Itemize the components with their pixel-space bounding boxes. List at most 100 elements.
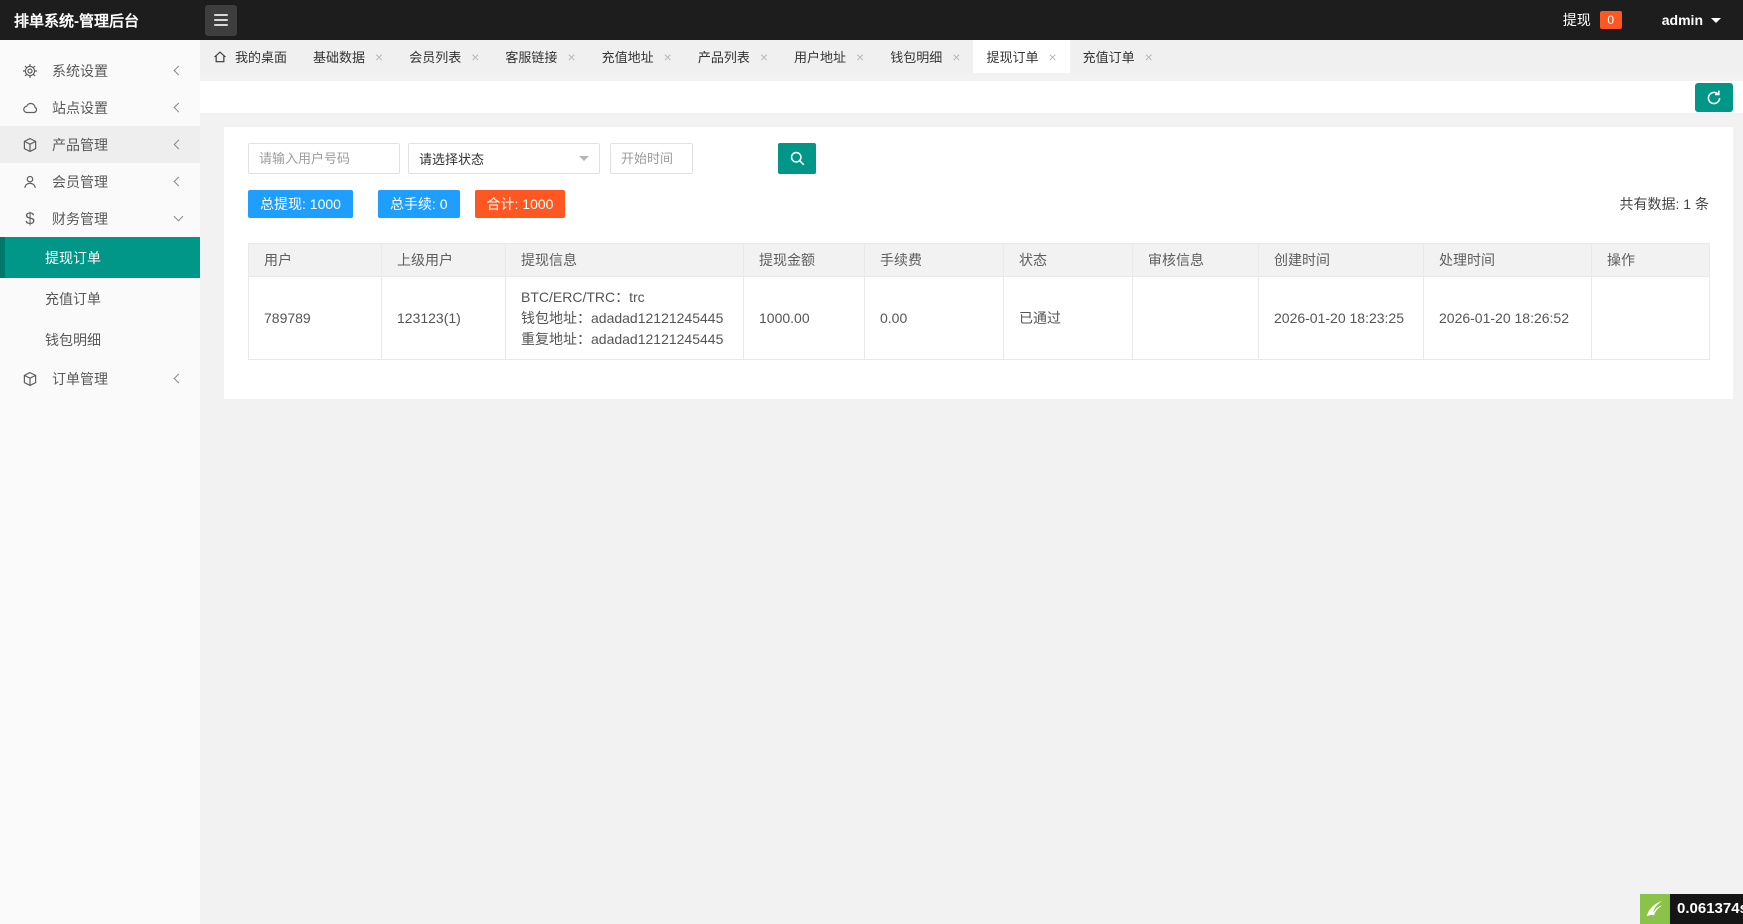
- sidebar-item-wallet-details[interactable]: 钱包明细: [0, 319, 200, 360]
- tab-label: 钱包明细: [890, 47, 942, 66]
- filter-bar: 请选择状态: [248, 143, 1709, 174]
- tab-bar: 我的桌面 基础数据 × 会员列表 × 客服链接 × 充值地址 × 产品列表 × …: [200, 40, 1743, 73]
- cell-created-time: 2026-01-20 18:23:25: [1259, 277, 1424, 360]
- sidebar-item-finance-management[interactable]: $ 财务管理: [0, 200, 200, 237]
- refresh-icon: [1705, 89, 1723, 107]
- home-icon: [213, 50, 227, 64]
- sidebar-item-order-management[interactable]: 订单管理: [0, 360, 200, 397]
- tab-label: 客服链接: [505, 47, 557, 66]
- page-toolbar: [200, 81, 1743, 113]
- col-audit-info: 审核信息: [1133, 244, 1259, 277]
- col-created-time: 创建时间: [1259, 244, 1424, 277]
- chevron-left-icon: [174, 177, 184, 187]
- cell-user: 789789: [249, 277, 382, 360]
- tab-withdraw-orders[interactable]: 提现订单 ×: [973, 40, 1069, 73]
- tab-recharge-orders[interactable]: 充值订单 ×: [1070, 40, 1166, 73]
- sidebar-item-site-settings[interactable]: 站点设置: [0, 89, 200, 126]
- cell-status: 已通过: [1004, 277, 1133, 360]
- admin-user-menu[interactable]: admin: [1662, 12, 1721, 28]
- refresh-button[interactable]: [1695, 83, 1733, 112]
- tab-label: 提现订单: [986, 47, 1038, 66]
- col-user: 用户: [249, 244, 382, 277]
- sidebar-item-recharge-orders[interactable]: 充值订单: [0, 278, 200, 319]
- tab-close-icon[interactable]: ×: [1048, 50, 1056, 64]
- tab-basic-data[interactable]: 基础数据 ×: [300, 40, 396, 73]
- tab-label: 产品列表: [698, 47, 750, 66]
- withdraw-info-line: 钱包地址：adadad12121245445: [521, 308, 728, 329]
- table-row: 789789 123123(1) BTC/ERC/TRC：trc 钱包地址：ad…: [249, 277, 1710, 360]
- user-number-input[interactable]: [248, 143, 400, 174]
- tab-close-icon[interactable]: ×: [952, 50, 960, 64]
- tab-wallet-details[interactable]: 钱包明细 ×: [877, 40, 973, 73]
- stats-bar: 总提现: 1000 总手续: 0 合计: 1000 共有数据: 1 条: [248, 190, 1709, 218]
- orders-table: 用户 上级用户 提现信息 提现金额 手续费 状态 审核信息 创建时间 处理时间 …: [248, 243, 1709, 360]
- tab-close-icon[interactable]: ×: [471, 50, 479, 64]
- cell-processed-time: 2026-01-20 18:26:52: [1424, 277, 1592, 360]
- tab-product-list[interactable]: 产品列表 ×: [685, 40, 781, 73]
- withdraw-notification-link[interactable]: 提现 0: [1563, 10, 1622, 30]
- col-processed-time: 处理时间: [1424, 244, 1592, 277]
- debug-toolbar: 0.061374s: [1640, 894, 1743, 924]
- sidebar-item-label: 财务管理: [52, 209, 108, 229]
- total-withdraw-button[interactable]: 总提现: 1000: [248, 190, 353, 218]
- tab-close-icon[interactable]: ×: [375, 50, 383, 64]
- withdraw-count-badge: 0: [1600, 11, 1622, 29]
- col-status: 状态: [1004, 244, 1133, 277]
- cell-parent-user: 123123(1): [382, 277, 506, 360]
- chevron-left-icon: [174, 103, 184, 113]
- sidebar-subitem-label: 钱包明细: [45, 330, 101, 350]
- tab-label: 用户地址: [794, 47, 846, 66]
- sidebar: 系统设置 站点设置 产品管理: [0, 40, 200, 924]
- sidebar-item-label: 站点设置: [52, 98, 108, 118]
- total-sum-button[interactable]: 合计: 1000: [475, 190, 566, 218]
- chevron-down-icon: [174, 212, 184, 222]
- topbar: 排单系统-管理后台 提现 0 admin: [0, 0, 1743, 40]
- tab-recharge-address[interactable]: 充值地址 ×: [589, 40, 685, 73]
- total-fee-button[interactable]: 总手续: 0: [378, 190, 460, 218]
- tab-label: 充值地址: [602, 47, 654, 66]
- tab-close-icon[interactable]: ×: [664, 50, 672, 64]
- menu-toggle-button[interactable]: [205, 5, 237, 36]
- username-label: admin: [1662, 12, 1703, 28]
- sidebar-item-label: 系统设置: [52, 61, 108, 81]
- sidebar-item-product-management[interactable]: 产品管理: [0, 126, 200, 163]
- cell-amount: 1000.00: [744, 277, 865, 360]
- tab-service-link[interactable]: 客服链接 ×: [492, 40, 588, 73]
- tab-home[interactable]: 我的桌面: [200, 40, 300, 73]
- tab-close-icon[interactable]: ×: [856, 50, 864, 64]
- sidebar-item-label: 订单管理: [52, 369, 108, 389]
- withdraw-label: 提现: [1563, 10, 1591, 30]
- status-select[interactable]: 请选择状态: [408, 143, 600, 174]
- sidebar-subitem-label: 充值订单: [45, 289, 101, 309]
- record-count-label: 共有数据: 1 条: [1620, 194, 1709, 214]
- cell-audit-info: [1133, 277, 1259, 360]
- table-header-row: 用户 上级用户 提现信息 提现金额 手续费 状态 审核信息 创建时间 处理时间 …: [249, 244, 1710, 277]
- tab-member-list[interactable]: 会员列表 ×: [396, 40, 492, 73]
- search-button[interactable]: [778, 143, 816, 174]
- sidebar-item-withdraw-orders[interactable]: 提现订单: [0, 237, 200, 278]
- col-parent-user: 上级用户: [382, 244, 506, 277]
- app-title: 排单系统-管理后台: [0, 10, 200, 31]
- sidebar-item-label: 会员管理: [52, 172, 108, 192]
- thinkphp-logo-icon[interactable]: [1640, 894, 1670, 924]
- tab-user-address[interactable]: 用户地址 ×: [781, 40, 877, 73]
- sidebar-subitem-label: 提现订单: [45, 248, 101, 268]
- sidebar-item-system-settings[interactable]: 系统设置: [0, 52, 200, 89]
- sidebar-item-member-management[interactable]: 会员管理: [0, 163, 200, 200]
- caret-down-icon: [1711, 18, 1721, 23]
- sidebar-item-label: 产品管理: [52, 135, 108, 155]
- tab-close-icon[interactable]: ×: [1145, 50, 1153, 64]
- debug-time-badge[interactable]: 0.061374s: [1670, 894, 1743, 924]
- tab-close-icon[interactable]: ×: [567, 50, 575, 64]
- tab-label: 充值订单: [1083, 47, 1135, 66]
- cube-icon: [21, 137, 39, 153]
- tab-close-icon[interactable]: ×: [760, 50, 768, 64]
- status-select-value: 请选择状态: [419, 149, 484, 168]
- start-time-input[interactable]: [610, 143, 693, 174]
- search-icon: [789, 150, 806, 167]
- withdraw-info-line: 重复地址：adadad12121245445: [521, 329, 728, 350]
- content-card: 请选择状态 总提现: 1000 总手续: 0 合计: 1000 共有数据: 1 …: [224, 127, 1733, 399]
- cloud-icon: [21, 100, 39, 116]
- col-amount: 提现金额: [744, 244, 865, 277]
- col-actions: 操作: [1592, 244, 1710, 277]
